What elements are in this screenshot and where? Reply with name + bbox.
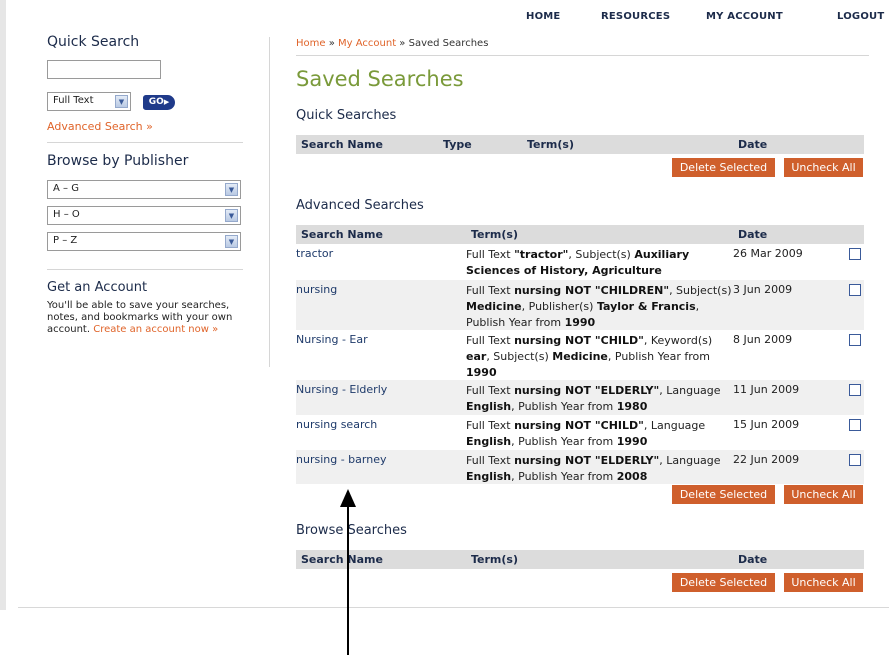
table-row: Nursing - Elderly Full Text nursing NOT … <box>296 380 864 415</box>
search-type-value: Full Text <box>53 95 94 106</box>
row-checkbox[interactable] <box>849 384 861 396</box>
table-row: tractor Full Text "tractor", Subject(s) … <box>296 244 864 280</box>
table-row: Nursing - Ear Full Text nursing NOT "CHI… <box>296 330 864 380</box>
search-date: 26 Mar 2009 <box>733 247 803 260</box>
publisher-select-a-g[interactable]: A – G ▼ <box>47 180 241 199</box>
row-checkbox[interactable] <box>849 334 861 346</box>
quick-uncheck-all-button[interactable]: Uncheck All <box>784 158 863 177</box>
search-type-select[interactable]: Full Text ▼ <box>47 92 131 111</box>
page-title: Saved Searches <box>296 67 464 91</box>
row-checkbox[interactable] <box>849 454 861 466</box>
breadcrumb-my-account[interactable]: My Account <box>338 38 396 49</box>
row-checkbox[interactable] <box>849 284 861 296</box>
search-name-link[interactable]: nursing search <box>296 418 377 431</box>
search-date: 3 Jun 2009 <box>733 283 793 296</box>
publisher-range-a-g: A – G <box>53 183 79 194</box>
search-date: 22 Jun 2009 <box>733 453 800 466</box>
search-name-link[interactable]: Nursing - Ear <box>296 333 368 346</box>
sidebar-vertical-divider <box>269 37 270 367</box>
row-checkbox[interactable] <box>849 248 861 260</box>
search-date: 11 Jun 2009 <box>733 383 800 396</box>
chevron-down-icon: ▼ <box>225 183 238 196</box>
search-name-link[interactable]: nursing <box>296 283 337 296</box>
top-navigation: HOME RESOURCES MY ACCOUNT LOGOUT <box>0 11 889 27</box>
search-date: 8 Jun 2009 <box>733 333 793 346</box>
advanced-uncheck-all-button[interactable]: Uncheck All <box>784 485 863 504</box>
get-account-heading: Get an Account <box>47 280 148 295</box>
nav-logout[interactable]: LOGOUT <box>837 11 884 22</box>
sidebar-divider-2 <box>47 269 243 270</box>
search-name-link[interactable]: tractor <box>296 247 333 260</box>
browse-searches-header: Search Name Term(s) Date <box>296 550 864 569</box>
col-date: Date <box>738 228 768 241</box>
browse-uncheck-all-button[interactable]: Uncheck All <box>784 573 863 592</box>
breadcrumb-separator: » <box>396 38 409 49</box>
breadcrumb-separator: » <box>325 38 339 49</box>
row-checkbox[interactable] <box>849 419 861 431</box>
advanced-search-link[interactable]: Advanced Search » <box>47 120 153 133</box>
chevron-down-icon: ▼ <box>225 209 238 222</box>
left-edge-bar <box>0 0 6 610</box>
table-row: nursing - barney Full Text nursing NOT "… <box>296 450 864 484</box>
search-name-link[interactable]: Nursing - Elderly <box>296 383 387 396</box>
search-terms: Full Text nursing NOT "CHILDREN", Subjec… <box>466 284 732 329</box>
go-button[interactable]: GO▶ <box>143 95 175 110</box>
browse-publisher-heading: Browse by Publisher <box>47 153 189 169</box>
search-terms: Full Text nursing NOT "CHILD", Language … <box>466 419 706 448</box>
col-date: Date <box>738 553 768 566</box>
chevron-down-icon: ▼ <box>115 95 128 108</box>
col-date: Date <box>738 138 768 151</box>
advanced-searches-header: Search Name Term(s) Date <box>296 225 864 244</box>
nav-resources[interactable]: RESOURCES <box>601 11 670 22</box>
footer-divider <box>18 607 889 608</box>
col-terms: Term(s) <box>471 228 518 241</box>
quick-search-input[interactable] <box>47 60 161 79</box>
advanced-delete-selected-button[interactable]: Delete Selected <box>672 485 775 504</box>
search-date: 15 Jun 2009 <box>733 418 800 431</box>
publisher-select-h-o[interactable]: H – O ▼ <box>47 206 241 225</box>
search-name-link[interactable]: nursing - barney <box>296 453 386 466</box>
publisher-range-p-z: P – Z <box>53 235 78 246</box>
table-row: nursing Full Text nursing NOT "CHILDREN"… <box>296 280 864 330</box>
col-type: Type <box>443 138 472 151</box>
col-search-name: Search Name <box>301 138 383 151</box>
account-info: You'll be able to save your searches, no… <box>47 300 243 336</box>
advanced-searches-heading: Advanced Searches <box>296 198 424 213</box>
breadcrumb-divider <box>296 55 869 56</box>
breadcrumb-home[interactable]: Home <box>296 38 326 49</box>
go-label: GO <box>148 97 164 107</box>
sidebar: Quick Search Full Text ▼ GO▶ Advanced Se… <box>47 34 243 335</box>
annotation-arrow-line <box>347 505 349 655</box>
col-terms: Term(s) <box>527 138 574 151</box>
nav-home[interactable]: HOME <box>526 11 560 22</box>
breadcrumb-current: Saved Searches <box>408 38 489 49</box>
col-search-name: Search Name <box>301 553 383 566</box>
chevron-down-icon: ▼ <box>225 235 238 248</box>
breadcrumb: Home » My Account » Saved Searches <box>296 38 488 49</box>
quick-delete-selected-button[interactable]: Delete Selected <box>672 158 775 177</box>
search-terms: Full Text nursing NOT "CHILD", Keyword(s… <box>466 334 713 379</box>
sidebar-divider-1 <box>47 142 243 143</box>
publisher-range-h-o: H – O <box>53 209 80 220</box>
create-account-link[interactable]: Create an account now » <box>93 324 218 335</box>
quick-searches-heading: Quick Searches <box>296 108 397 123</box>
search-terms: Full Text nursing NOT "ELDERLY", Languag… <box>466 454 721 483</box>
browse-delete-selected-button[interactable]: Delete Selected <box>672 573 775 592</box>
table-row: nursing search Full Text nursing NOT "CH… <box>296 415 864 450</box>
col-terms: Term(s) <box>471 553 518 566</box>
search-terms: Full Text nursing NOT "ELDERLY", Languag… <box>466 384 721 413</box>
col-search-name: Search Name <box>301 228 383 241</box>
search-terms: Full Text "tractor", Subject(s) Auxiliar… <box>466 248 690 277</box>
quick-searches-header: Search Name Type Term(s) Date <box>296 135 864 154</box>
quick-search-heading: Quick Search <box>47 34 140 50</box>
publisher-select-p-z[interactable]: P – Z ▼ <box>47 232 241 251</box>
browse-searches-heading: Browse Searches <box>296 523 407 538</box>
nav-my-account[interactable]: MY ACCOUNT <box>706 11 783 22</box>
play-arrow-icon: ▶ <box>163 98 170 106</box>
